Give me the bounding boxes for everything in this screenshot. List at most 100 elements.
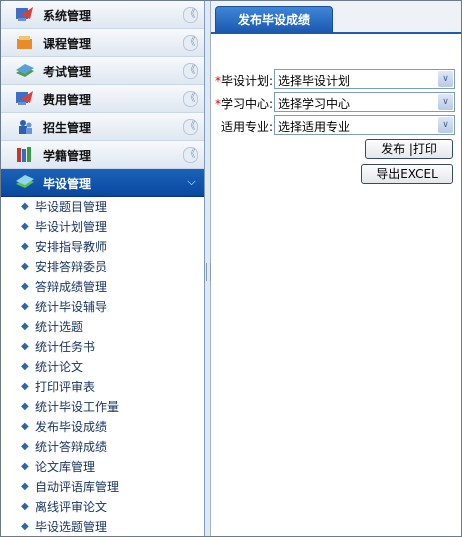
main-panel: 发布毕设成绩 *毕设计划: 选择毕设计划 ∨ *学习中心: 选择学习中心 ∨ 适… — [211, 1, 461, 536]
select-value: 选择学习中心 — [278, 97, 351, 111]
submenu-item-label: 安排指导教师 — [35, 240, 108, 254]
submenu-item[interactable]: ◆ 安排指导教师 — [1, 237, 204, 257]
system-icon — [15, 6, 35, 23]
bullet-icon: ◆ — [21, 301, 29, 312]
bullet-icon: ◆ — [21, 261, 29, 272]
sidebar-category-graduation-design[interactable]: 毕设管理 ⌵ — [1, 169, 204, 197]
submenu-item[interactable]: ◆ 毕设选题管理 — [1, 517, 204, 536]
bullet-icon: ◆ — [21, 441, 29, 452]
submenu-item[interactable]: ◆ 统计任务书 — [1, 337, 204, 357]
bullet-icon: ◆ — [21, 501, 29, 512]
bullet-icon: ◆ — [21, 481, 29, 492]
category-label: 学籍管理 — [43, 149, 92, 163]
submenu-item[interactable]: ◆ 统计论文 — [1, 357, 204, 377]
sidebar: 系统管理 《 课程管理 《 考试管理 《 费用管理 《 招生管理 《 学籍管理 … — [1, 1, 205, 536]
submenu-item[interactable]: ◆ 离线评审论文 — [1, 497, 204, 517]
chevron-left-icon[interactable]: 《 — [183, 119, 198, 135]
submenu-item-label: 打印评审表 — [35, 380, 96, 394]
field-label: *学习中心: — [214, 97, 273, 111]
student-records-icon — [15, 146, 35, 163]
chevron-left-icon[interactable]: 《 — [183, 7, 198, 23]
submenu-item-label: 毕设计划管理 — [35, 220, 108, 234]
sidebar-category-system[interactable]: 系统管理 《 — [1, 1, 204, 29]
bullet-icon: ◆ — [21, 421, 29, 432]
category-label: 毕设管理 — [43, 177, 92, 191]
submenu-item[interactable]: ◆ 自动评语库管理 — [1, 477, 204, 497]
submenu-item[interactable]: ◆ 答辩成绩管理 — [1, 277, 204, 297]
tab-publish-grades[interactable]: 发布毕设成绩 — [215, 6, 333, 33]
bullet-icon: ◆ — [21, 521, 29, 532]
sidebar-category-exam[interactable]: 考试管理 《 — [1, 57, 204, 85]
category-label: 系统管理 — [43, 9, 92, 23]
category-label: 课程管理 — [43, 37, 92, 51]
chevron-down-icon[interactable]: ⌵ — [185, 175, 198, 189]
field-label: *毕设计划: — [214, 74, 273, 88]
submenu-item-label: 统计论文 — [35, 360, 84, 374]
chevron-left-icon[interactable]: 《 — [183, 63, 198, 79]
submenu-item-label: 离线评审论文 — [35, 500, 108, 514]
submenu-item[interactable]: ◆ 统计毕设工作量 — [1, 397, 204, 417]
submenu-item-label: 统计毕设工作量 — [35, 400, 120, 414]
submenu-item[interactable]: ◆ 毕设计划管理 — [1, 217, 204, 237]
submenu-item-label: 统计毕设辅导 — [35, 300, 108, 314]
submenu-item[interactable]: ◆ 统计答辩成绩 — [1, 437, 204, 457]
form-row-center: *学习中心: 选择学习中心 ∨ — [211, 92, 461, 112]
major-select[interactable]: 选择适用专业 ∨ — [274, 115, 455, 135]
submenu-item-label: 毕设题目管理 — [35, 200, 108, 214]
export-excel-button[interactable]: 导出EXCEL — [361, 164, 453, 184]
bullet-icon: ◆ — [21, 381, 29, 392]
center-select[interactable]: 选择学习中心 ∨ — [274, 92, 455, 112]
bullet-icon: ◆ — [21, 281, 29, 292]
fee-icon — [15, 90, 35, 107]
dropdown-arrow-icon[interactable]: ∨ — [438, 117, 453, 133]
submenu-item-label: 统计答辩成绩 — [35, 440, 108, 454]
course-icon — [15, 34, 35, 51]
category-label: 考试管理 — [43, 65, 92, 79]
sidebar-category-enrollment[interactable]: 招生管理 《 — [1, 113, 204, 141]
plan-select[interactable]: 选择毕设计划 ∨ — [274, 69, 455, 89]
submenu-item-label: 毕设选题管理 — [35, 520, 108, 534]
submenu-item[interactable]: ◆ 打印评审表 — [1, 377, 204, 397]
graduation-design-icon — [15, 174, 35, 191]
sidebar-category-fee[interactable]: 费用管理 《 — [1, 85, 204, 113]
submenu-item-label: 安排答辩委员 — [35, 260, 108, 274]
chevron-left-icon[interactable]: 《 — [183, 147, 198, 163]
dropdown-arrow-icon[interactable]: ∨ — [438, 71, 453, 87]
exam-icon — [15, 62, 35, 79]
bullet-icon: ◆ — [21, 241, 29, 252]
submenu-item-label: 自动评语库管理 — [35, 480, 120, 494]
submenu-item[interactable]: ◆ 毕设题目管理 — [1, 197, 204, 217]
enrollment-icon — [15, 118, 35, 135]
category-label: 费用管理 — [43, 93, 92, 107]
select-value: 选择毕设计划 — [278, 74, 351, 88]
bullet-icon: ◆ — [21, 361, 29, 372]
sidebar-category-course[interactable]: 课程管理 《 — [1, 29, 204, 57]
submenu-item-label: 统计选题 — [35, 320, 84, 334]
bullet-icon: ◆ — [21, 341, 29, 352]
form-row-major: 适用专业: 选择适用专业 ∨ — [211, 115, 461, 135]
publish-print-button[interactable]: 发布 |打印 — [365, 139, 453, 159]
submenu-item[interactable]: ◆ 论文库管理 — [1, 457, 204, 477]
bullet-icon: ◆ — [21, 221, 29, 232]
category-label: 招生管理 — [43, 121, 92, 135]
bullet-icon: ◆ — [21, 321, 29, 332]
field-label: 适用专业: — [220, 120, 273, 134]
bullet-icon: ◆ — [21, 201, 29, 212]
chevron-left-icon[interactable]: 《 — [183, 35, 198, 51]
submenu-item[interactable]: ◆ 安排答辩委员 — [1, 257, 204, 277]
dropdown-arrow-icon[interactable]: ∨ — [438, 94, 453, 110]
submenu-item-label: 发布毕设成绩 — [35, 420, 108, 434]
submenu-item[interactable]: ◆ 统计选题 — [1, 317, 204, 337]
bullet-icon: ◆ — [21, 461, 29, 472]
tab-bar: 发布毕设成绩 — [211, 1, 461, 34]
sidebar-category-student-records[interactable]: 学籍管理 《 — [1, 141, 204, 169]
select-value: 选择适用专业 — [278, 120, 351, 134]
submenu-item[interactable]: ◆ 统计毕设辅导 — [1, 297, 204, 317]
submenu-item-label: 答辩成绩管理 — [35, 280, 108, 294]
chevron-left-icon[interactable]: 《 — [183, 91, 198, 107]
submenu-item-label: 论文库管理 — [35, 460, 96, 474]
submenu-item[interactable]: ◆ 发布毕设成绩 — [1, 417, 204, 437]
window-frame: 系统管理 《 课程管理 《 考试管理 《 费用管理 《 招生管理 《 学籍管理 … — [0, 0, 462, 537]
submenu-item-label: 统计任务书 — [35, 340, 96, 354]
bullet-icon: ◆ — [21, 401, 29, 412]
